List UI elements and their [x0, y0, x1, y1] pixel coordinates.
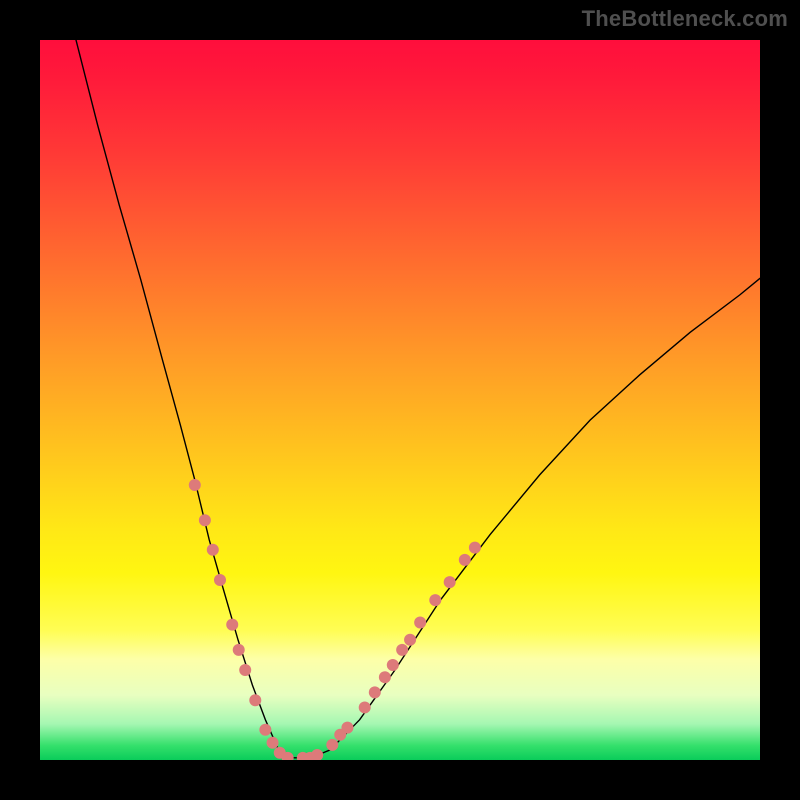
- marker-point: [311, 749, 323, 760]
- series-bottleneck-right: [288, 278, 760, 758]
- marker-point: [459, 554, 471, 566]
- marker-point: [214, 574, 226, 586]
- marker-point: [387, 659, 399, 671]
- marker-point: [267, 737, 279, 749]
- marker-point: [249, 694, 261, 706]
- marker-point: [379, 671, 391, 683]
- marker-point: [326, 739, 338, 751]
- marker-point: [199, 514, 211, 526]
- marker-point: [429, 594, 441, 606]
- marker-point: [444, 576, 456, 588]
- plot-area: [40, 40, 760, 760]
- marker-point: [404, 634, 416, 646]
- marker-point: [239, 664, 251, 676]
- marker-point: [207, 544, 219, 556]
- marker-point: [469, 542, 481, 554]
- marker-point: [341, 722, 353, 734]
- series-bottleneck-left: [76, 40, 288, 758]
- chart-frame: TheBottleneck.com: [0, 0, 800, 800]
- watermark-text: TheBottleneck.com: [582, 6, 788, 32]
- marker-point: [396, 644, 408, 656]
- chart-svg: [40, 40, 760, 760]
- marker-point: [259, 724, 271, 736]
- marker-point: [359, 701, 371, 713]
- marker-point: [369, 686, 381, 698]
- marker-point: [233, 644, 245, 656]
- series-layer: [76, 40, 760, 758]
- marker-point: [189, 479, 201, 491]
- marker-point: [414, 616, 426, 628]
- marker-layer: [189, 479, 481, 760]
- marker-point: [226, 619, 238, 631]
